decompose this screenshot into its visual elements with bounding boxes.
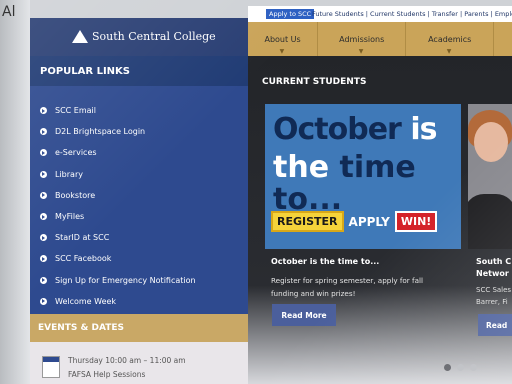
- sidebar-link-eservices[interactable]: e-Services: [40, 142, 196, 163]
- carousel-dots: [444, 364, 483, 371]
- event-item[interactable]: Thursday 10:00 am – 11:00 am FAFSA Help …: [30, 342, 248, 384]
- card2-description: SCC Sales: [476, 286, 512, 294]
- sidebar-link-label: e-Services: [55, 148, 97, 158]
- site-logo[interactable]: South Central College: [72, 30, 216, 43]
- sidebar-link-label: Bookstore: [55, 190, 96, 200]
- main-nav: About Us ▼ Admissions ▼ Academics ▼: [248, 22, 512, 56]
- sidebar-link-label: Library: [55, 169, 83, 179]
- popular-links-title: POPULAR LINKS: [30, 56, 248, 86]
- events-dates-title: EVENTS & DATES: [30, 314, 248, 342]
- sidebar-link-library[interactable]: Library: [40, 164, 196, 185]
- promo-image[interactable]: October is the time to... REGISTER APPLY…: [265, 104, 461, 249]
- chevron-down-icon: ▼: [358, 48, 364, 55]
- card-description: funding and win prizes!: [271, 289, 356, 298]
- nav-item-more[interactable]: [494, 22, 512, 56]
- arrow-bullet-icon: [40, 297, 47, 305]
- logo-mark-icon: [72, 30, 88, 43]
- carousel-dot[interactable]: [444, 364, 451, 371]
- logo-text: South Central College: [92, 30, 216, 43]
- card2-heading[interactable]: South C: [476, 257, 511, 266]
- sidebar-link-welcome-week[interactable]: Welcome Week: [40, 291, 196, 312]
- nav-item-about-us[interactable]: About Us ▼: [248, 22, 319, 56]
- calendar-icon: [42, 356, 60, 378]
- promo-headline-line2: the time to...: [273, 150, 416, 217]
- popular-links-list: SCC Email D2L Brightspace Login e-Servic…: [40, 100, 196, 312]
- card-heading[interactable]: October is the time to...: [271, 257, 379, 266]
- chevron-down-icon: ▼: [279, 48, 285, 55]
- carousel-dot[interactable]: [457, 364, 464, 371]
- carousel-dot[interactable]: [470, 364, 477, 371]
- site-header: South Central College: [30, 18, 248, 56]
- arrow-bullet-icon: [40, 213, 47, 221]
- apply-to-scc-button[interactable]: Apply to SCC: [266, 9, 315, 19]
- arrow-bullet-icon: [40, 191, 47, 199]
- sidebar-link-d2l[interactable]: D2L Brightspace Login: [40, 121, 196, 142]
- promo-win-badge: WIN!: [394, 211, 438, 232]
- sidebar-link-label: Sign Up for Emergency Notification: [55, 275, 196, 285]
- promo-apply-text: APPLY: [348, 214, 390, 229]
- sidebar-link-facebook[interactable]: SCC Facebook: [40, 248, 196, 269]
- arrow-bullet-icon: [40, 255, 47, 263]
- arrow-bullet-icon: [40, 107, 47, 115]
- card2-heading[interactable]: Networ: [476, 269, 509, 278]
- nav-item-label: Academics: [428, 34, 472, 44]
- sidebar-link-emergency[interactable]: Sign Up for Emergency Notification: [40, 270, 196, 291]
- sidebar-link-bookstore[interactable]: Bookstore: [40, 185, 196, 206]
- card2-description: Barrer, Fi: [476, 298, 508, 306]
- outside-screen-area: Al: [0, 0, 30, 384]
- chevron-down-icon: ▼: [446, 48, 452, 55]
- card-description: Register for spring semester, apply for …: [271, 276, 423, 285]
- sidebar-link-starid[interactable]: StarID at SCC: [40, 227, 196, 248]
- event-time: Thursday 10:00 am – 11:00 am: [68, 356, 186, 365]
- arrow-bullet-icon: [40, 170, 47, 178]
- event-title: FAFSA Help Sessions: [68, 370, 146, 379]
- arrow-bullet-icon: [40, 276, 47, 284]
- arrow-bullet-icon: [40, 149, 47, 157]
- outside-text-fragment: Al: [2, 4, 16, 20]
- promo-tagline: REGISTER APPLY WIN!: [271, 211, 438, 232]
- card2-read-more-button[interactable]: Read: [478, 314, 512, 336]
- utility-bar: Apply to SCC Future Students | Current S…: [248, 6, 512, 22]
- card2-photo[interactable]: [468, 104, 512, 249]
- audience-links[interactable]: Future Students | Current Students | Tra…: [312, 10, 512, 18]
- sidebar-link-scc-email[interactable]: SCC Email: [40, 100, 196, 121]
- arrow-bullet-icon: [40, 234, 47, 242]
- sidebar-link-label: SCC Email: [55, 106, 96, 116]
- arrow-bullet-icon: [40, 128, 47, 136]
- sidebar-link-label: SCC Facebook: [55, 254, 112, 264]
- sidebar-link-label: Welcome Week: [55, 296, 117, 306]
- main-content: CURRENT STUDENTS October is the time to.…: [248, 56, 512, 384]
- promo-headline-line1: October is: [273, 112, 437, 147]
- sidebar: POPULAR LINKS SCC Email D2L Brightspace …: [30, 56, 248, 314]
- read-more-button[interactable]: Read More: [272, 304, 336, 326]
- sidebar-link-label: MyFiles: [55, 212, 85, 222]
- nav-item-label: Admissions: [339, 34, 385, 44]
- sidebar-link-myfiles[interactable]: MyFiles: [40, 206, 196, 227]
- nav-item-academics[interactable]: Academics ▼: [406, 22, 495, 56]
- section-title: CURRENT STUDENTS: [262, 77, 367, 87]
- nav-item-admissions[interactable]: Admissions ▼: [318, 22, 407, 56]
- nav-item-label: About Us: [264, 34, 301, 44]
- sidebar-link-label: StarID at SCC: [55, 233, 110, 243]
- sidebar-link-label: D2L Brightspace Login: [55, 127, 146, 137]
- promo-register-badge: REGISTER: [271, 211, 344, 232]
